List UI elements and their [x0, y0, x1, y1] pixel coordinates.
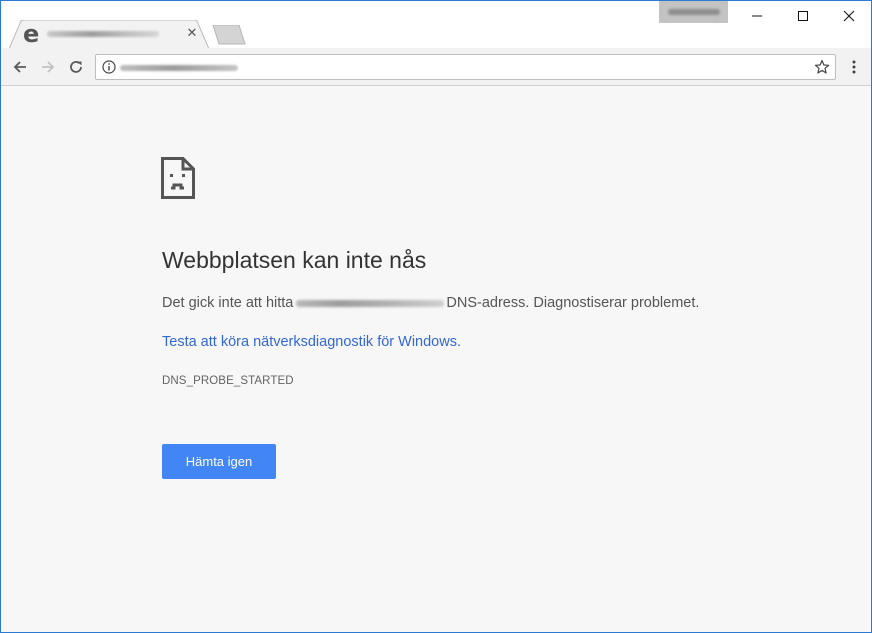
toolbar: [1, 48, 871, 86]
host-name: [296, 299, 445, 307]
title-bar: e ✕: [1, 1, 872, 49]
edge-e-icon: e: [23, 20, 40, 48]
reload-button[interactable]: [63, 54, 89, 80]
profile-name: [668, 9, 720, 15]
reload-icon: [70, 61, 82, 73]
maximize-button[interactable]: [780, 1, 826, 31]
browser-tab[interactable]: e ✕: [9, 20, 209, 49]
error-page: Webbplatsen kan inte nås Det gick inte a…: [1, 87, 871, 632]
description-suffix: DNS-adress. Diagnostiserar problemet.: [446, 295, 700, 311]
tab-title: [47, 31, 159, 37]
close-tab-icon[interactable]: ✕: [185, 25, 199, 41]
address-bar[interactable]: [95, 54, 836, 80]
reload-page-button[interactable]: Hämta igen: [162, 444, 276, 479]
minimize-button[interactable]: [734, 1, 780, 31]
star-icon[interactable]: [814, 59, 830, 75]
back-arrow-icon: [13, 61, 26, 73]
info-icon[interactable]: [102, 60, 116, 74]
forward-button[interactable]: [35, 54, 61, 80]
browser-window: e ✕ Webbplatsen kan inte nås Det gick in…: [0, 0, 872, 633]
description-prefix: Det gick inte att hitta: [162, 295, 294, 311]
forward-arrow-icon: [42, 61, 55, 73]
new-tab-button[interactable]: [211, 25, 247, 45]
error-code: DNS_PROBE_STARTED: [162, 375, 294, 387]
back-button[interactable]: [7, 54, 33, 80]
close-window-button[interactable]: [826, 1, 872, 31]
sad-page-icon: [161, 157, 195, 199]
error-heading: Webbplatsen kan inte nås: [162, 247, 427, 273]
close-icon: [843, 10, 855, 22]
more-vert-icon: [852, 60, 856, 74]
profile-button[interactable]: [659, 1, 728, 23]
network-diagnostics-link[interactable]: Testa att köra nätverksdiagnostik för Wi…: [162, 334, 461, 350]
menu-button[interactable]: [841, 54, 867, 80]
minimize-icon: [752, 15, 762, 17]
url-text: [120, 65, 238, 71]
error-description: Det gick inte att hitta DNS-adress. Diagn…: [162, 295, 699, 311]
maximize-icon: [798, 11, 808, 21]
